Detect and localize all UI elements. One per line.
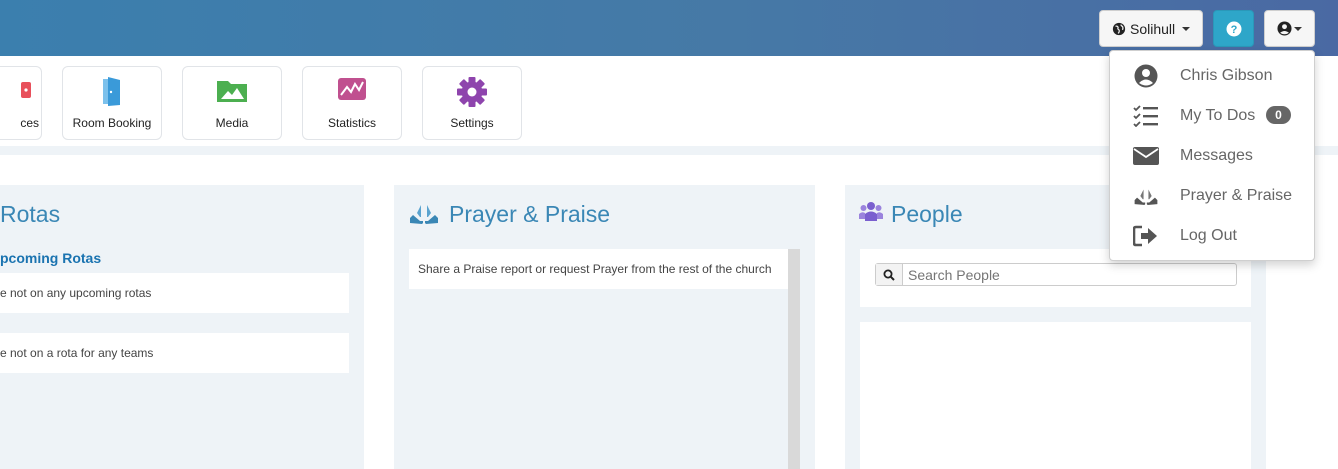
people-title: People bbox=[891, 201, 963, 227]
tile-label: ces bbox=[20, 116, 39, 130]
image-icon bbox=[217, 81, 247, 102]
team-rotas-card: e not on a rota for any teams bbox=[0, 333, 349, 373]
envelope-icon bbox=[1133, 147, 1159, 165]
menu-item-label: Messages bbox=[1180, 147, 1253, 164]
people-search-group bbox=[875, 263, 1237, 286]
no-upcoming-rotas-text: e not on any upcoming rotas bbox=[0, 286, 152, 300]
user-dropdown-menu: Chris Gibson My To Dos 0 Messages Prayer… bbox=[1109, 50, 1315, 261]
menu-item-profile[interactable]: Chris Gibson bbox=[1110, 56, 1316, 96]
tile-settings[interactable]: Settings bbox=[422, 66, 522, 140]
people-list-card bbox=[860, 322, 1251, 469]
search-icon bbox=[883, 269, 895, 281]
menu-item-prayer-praise[interactable]: Prayer & Praise bbox=[1110, 176, 1316, 216]
menu-item-label: Log Out bbox=[1180, 227, 1237, 244]
menu-item-label: Prayer & Praise bbox=[1180, 187, 1293, 204]
menu-item-logout[interactable]: Log Out bbox=[1110, 216, 1316, 256]
chevron-down-icon bbox=[1182, 26, 1191, 31]
rotas-title: Rotas bbox=[0, 201, 61, 227]
menu-item-label: Chris Gibson bbox=[1180, 67, 1273, 84]
chevron-down-icon bbox=[1294, 26, 1302, 31]
help-button[interactable]: ? bbox=[1213, 10, 1254, 47]
top-header-bar: Solihull ? bbox=[0, 0, 1338, 56]
prayer-praise-title: Prayer & Praise bbox=[449, 201, 611, 227]
line-chart-icon bbox=[338, 78, 366, 100]
location-label: Solihull bbox=[1130, 20, 1176, 37]
users-icon bbox=[859, 202, 883, 221]
user-circle-icon bbox=[1134, 64, 1158, 88]
tile-media[interactable]: Media bbox=[182, 66, 282, 140]
calendar-icon bbox=[21, 82, 31, 98]
gear-icon bbox=[457, 77, 487, 107]
menu-item-todos[interactable]: My To Dos 0 bbox=[1110, 96, 1316, 136]
tile-label: Statistics bbox=[327, 116, 376, 130]
upcoming-rotas-heading: pcoming Rotas bbox=[0, 250, 102, 266]
tile-services[interactable]: ces bbox=[0, 66, 42, 140]
panel-gutter bbox=[364, 185, 394, 469]
prayer-praise-panel: Prayer & Praise Share a Praise report or… bbox=[394, 185, 815, 469]
user-circle-icon bbox=[1277, 21, 1292, 36]
search-addon bbox=[876, 264, 903, 285]
menu-item-label: My To Dos bbox=[1180, 107, 1256, 124]
tile-room-booking[interactable]: Room Booking bbox=[62, 66, 162, 140]
user-menu-button[interactable] bbox=[1264, 10, 1315, 47]
prayer-scrollbar[interactable] bbox=[788, 249, 800, 469]
praying-hands-icon bbox=[1134, 187, 1158, 205]
question-circle-icon: ? bbox=[1226, 21, 1241, 36]
location-selector-button[interactable]: Solihull bbox=[1099, 10, 1203, 47]
praying-hands-icon bbox=[410, 203, 438, 224]
sign-out-icon bbox=[1133, 225, 1157, 247]
svg-text:?: ? bbox=[1230, 24, 1237, 36]
tile-label: Settings bbox=[450, 116, 494, 130]
globe-icon bbox=[1112, 22, 1126, 35]
checklist-icon bbox=[1133, 105, 1158, 127]
menu-item-messages[interactable]: Messages bbox=[1110, 136, 1316, 176]
door-icon bbox=[103, 77, 120, 106]
todos-count-badge: 0 bbox=[1266, 106, 1291, 124]
search-people-input[interactable] bbox=[904, 264, 1236, 285]
prayer-description-card: Share a Praise report or request Prayer … bbox=[409, 249, 788, 289]
rotas-panel: Rotas pcoming Rotas e not on any upcomin… bbox=[0, 185, 364, 469]
tile-statistics[interactable]: Statistics bbox=[302, 66, 402, 140]
panel-gutter bbox=[815, 185, 845, 469]
no-team-rotas-text: e not on a rota for any teams bbox=[0, 346, 154, 360]
tile-label: Media bbox=[215, 116, 249, 130]
tile-label: Room Booking bbox=[72, 116, 152, 130]
upcoming-rotas-card: e not on any upcoming rotas bbox=[0, 273, 349, 313]
prayer-description-text: Share a Praise report or request Prayer … bbox=[418, 262, 772, 276]
